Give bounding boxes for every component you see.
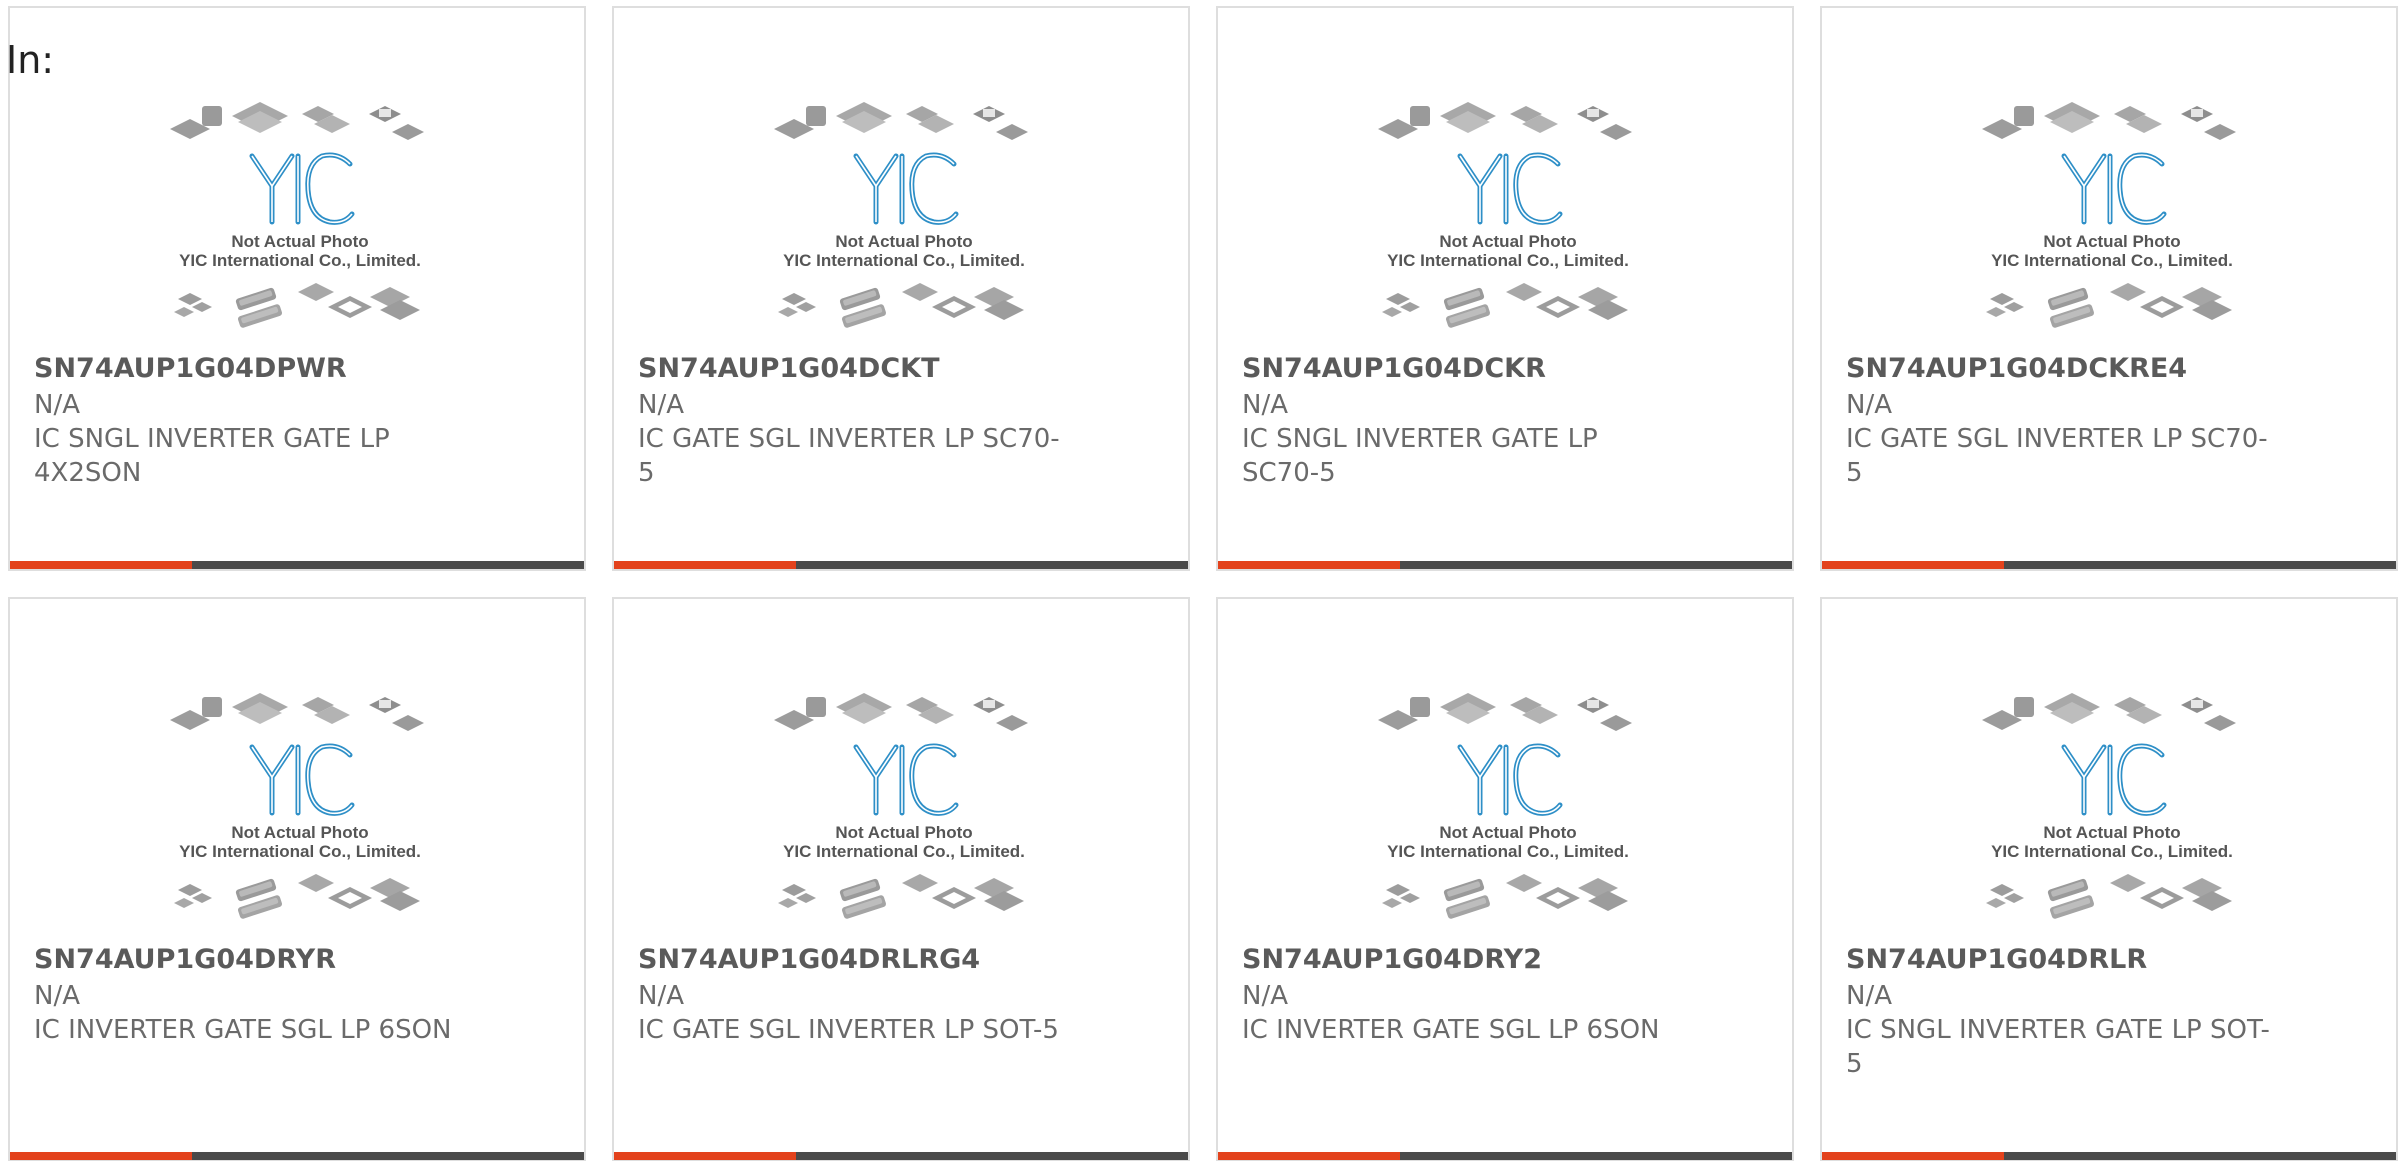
part-number-link[interactable]: SN74AUP1G04DCKRE4 (1846, 352, 2187, 386)
part-number-link[interactable]: SN74AUP1G04DCKT (638, 352, 939, 386)
manufacturer: N/A (638, 981, 684, 1011)
chip-package-icons (1982, 102, 2236, 140)
placeholder-caption-1: Not Actual Photo (231, 823, 368, 842)
chip-package-icons (778, 874, 1024, 919)
card-footer-bar (1822, 1152, 2396, 1160)
product-image: Not Actual Photo YIC International Co., L… (160, 94, 440, 344)
card-footer-bar (1218, 561, 1792, 569)
product-description: IC GATE SGL INVERTER LP SOT-5 (638, 1015, 1059, 1045)
product-image: Not Actual Photo YIC International Co., L… (160, 685, 440, 935)
product-card[interactable]: Not Actual Photo YIC International Co., L… (8, 597, 586, 1161)
manufacturer: N/A (1846, 981, 1892, 1011)
product-image: Not Actual Photo YIC International Co., L… (1368, 685, 1648, 935)
product-card[interactable]: Not Actual Photo YIC International Co., L… (1820, 6, 2398, 571)
product-image: Not Actual Photo YIC International Co., L… (1972, 94, 2252, 344)
card-accent-bar (1822, 1152, 2004, 1160)
product-image: Not Actual Photo YIC International Co., L… (1972, 685, 2252, 935)
card-accent-bar (10, 1152, 192, 1160)
chip-package-icons (1986, 283, 2232, 328)
card-footer-bar (10, 561, 584, 569)
placeholder-caption-2: YIC International Co., Limited. (783, 251, 1025, 270)
manufacturer: N/A (1242, 390, 1288, 420)
chip-package-icons (1382, 283, 1628, 328)
product-card[interactable]: Not Actual Photo YIC International Co., L… (612, 6, 1190, 571)
yic-logo-icon (1457, 743, 1563, 816)
product-description: IC GATE SGL INVERTER LP SC70-5 (638, 424, 1060, 488)
part-number-link[interactable]: SN74AUP1G04DPWR (34, 352, 347, 386)
placeholder-caption-1: Not Actual Photo (835, 232, 972, 251)
chip-package-icons (774, 102, 1028, 140)
chip-package-icons (174, 283, 420, 328)
card-accent-bar (1218, 561, 1400, 569)
chip-package-icons (1982, 693, 2236, 731)
placeholder-caption-1: Not Actual Photo (2043, 823, 2180, 842)
part-number-link[interactable]: SN74AUP1G04DRLRG4 (638, 943, 980, 977)
chip-package-icons (1382, 874, 1628, 919)
filter-label: In: (6, 38, 55, 82)
yic-logo-icon (853, 152, 959, 225)
product-image: Not Actual Photo YIC International Co., L… (1368, 94, 1648, 344)
card-accent-bar (614, 1152, 796, 1160)
part-number-link[interactable]: SN74AUP1G04DCKR (1242, 352, 1546, 386)
chip-package-icons (778, 283, 1024, 328)
yic-logo-icon (1457, 152, 1563, 225)
manufacturer: N/A (638, 390, 684, 420)
yic-logo-icon (853, 743, 959, 816)
product-card[interactable]: Not Actual Photo YIC International Co., L… (1216, 597, 1794, 1161)
card-footer-bar (1822, 561, 2396, 569)
chip-package-icons (1986, 874, 2232, 919)
yic-logo-icon (2061, 152, 2167, 225)
product-description: IC INVERTER GATE SGL LP 6SON (1242, 1015, 1660, 1045)
product-card[interactable]: Not Actual Photo YIC International Co., L… (8, 6, 586, 571)
card-footer-bar (1218, 1152, 1792, 1160)
product-image: Not Actual Photo YIC International Co., L… (764, 685, 1044, 935)
product-card[interactable]: Not Actual Photo YIC International Co., L… (1216, 6, 1794, 571)
placeholder-caption-2: YIC International Co., Limited. (1387, 251, 1629, 270)
yic-logo-icon (249, 152, 355, 225)
manufacturer: N/A (1846, 390, 1892, 420)
placeholder-caption-2: YIC International Co., Limited. (1991, 842, 2233, 861)
manufacturer: N/A (34, 390, 80, 420)
placeholder-caption-2: YIC International Co., Limited. (179, 251, 421, 270)
card-footer-bar (614, 561, 1188, 569)
chip-package-icons (774, 693, 1028, 731)
chip-package-icons (1378, 102, 1632, 140)
manufacturer: N/A (34, 981, 80, 1011)
manufacturer: N/A (1242, 981, 1288, 1011)
chip-package-icons (170, 102, 424, 140)
part-number-link[interactable]: SN74AUP1G04DRY2 (1242, 943, 1542, 977)
placeholder-caption-1: Not Actual Photo (1439, 823, 1576, 842)
product-image: Not Actual Photo YIC International Co., L… (764, 94, 1044, 344)
placeholder-caption-2: YIC International Co., Limited. (179, 842, 421, 861)
yic-logo-icon (249, 743, 355, 816)
product-description: IC INVERTER GATE SGL LP 6SON (34, 1015, 452, 1045)
product-description: IC SNGL INVERTER GATE LP SC70-5 (1242, 424, 1598, 488)
chip-package-icons (170, 693, 424, 731)
card-accent-bar (1822, 561, 2004, 569)
product-card[interactable]: Not Actual Photo YIC International Co., L… (612, 597, 1190, 1161)
part-number-link[interactable]: SN74AUP1G04DRYR (34, 943, 336, 977)
placeholder-caption-1: Not Actual Photo (2043, 232, 2180, 251)
part-number-link[interactable]: SN74AUP1G04DRLR (1846, 943, 2147, 977)
card-accent-bar (1218, 1152, 1400, 1160)
placeholder-caption-2: YIC International Co., Limited. (1387, 842, 1629, 861)
product-description: IC SNGL INVERTER GATE LP SOT-5 (1846, 1015, 2270, 1079)
placeholder-caption-2: YIC International Co., Limited. (783, 842, 1025, 861)
product-description: IC SNGL INVERTER GATE LP 4X2SON (34, 424, 390, 488)
placeholder-caption-2: YIC International Co., Limited. (1991, 251, 2233, 270)
card-accent-bar (614, 561, 796, 569)
chip-package-icons (174, 874, 420, 919)
placeholder-caption-1: Not Actual Photo (231, 232, 368, 251)
product-description: IC GATE SGL INVERTER LP SC70-5 (1846, 424, 2268, 488)
card-footer-bar (614, 1152, 1188, 1160)
product-card[interactable]: Not Actual Photo YIC International Co., L… (1820, 597, 2398, 1161)
placeholder-caption-1: Not Actual Photo (835, 823, 972, 842)
yic-logo-icon (2061, 743, 2167, 816)
card-accent-bar (10, 561, 192, 569)
card-footer-bar (10, 1152, 584, 1160)
placeholder-caption-1: Not Actual Photo (1439, 232, 1576, 251)
chip-package-icons (1378, 693, 1632, 731)
